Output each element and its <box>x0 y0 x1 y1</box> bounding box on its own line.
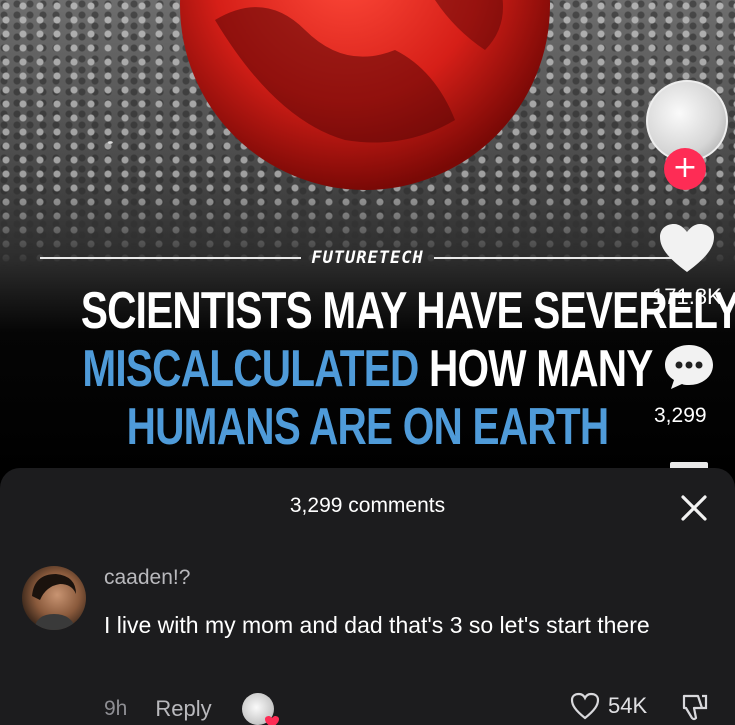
plus-icon: + <box>672 150 698 185</box>
comment-bubble-icon <box>665 345 713 389</box>
comment-item: caaden!? I live with my mom and dad that… <box>22 566 722 725</box>
comment-like-count: 54K <box>608 693 648 718</box>
headline-line-2: MISCALCULATED HOW MANY <box>81 340 654 398</box>
divider-line-right <box>433 257 696 259</box>
like-button[interactable] <box>658 222 716 274</box>
brand-logo-text: FUTURETECH <box>311 248 424 268</box>
brand-divider: FUTURETECH <box>40 243 696 273</box>
follow-button[interactable]: + <box>664 148 706 190</box>
reply-button[interactable]: Reply <box>155 696 211 722</box>
headline-highlight-word: MISCALCULATED <box>82 340 419 398</box>
close-button[interactable] <box>676 490 712 526</box>
comment-count: 3,299 <box>654 404 707 427</box>
comments-count-title: 3,299 comments <box>289 494 446 517</box>
comment-like-button[interactable]: 54K <box>570 692 647 720</box>
headline-line-1: SCIENTISTS MAY HAVE SEVERELY <box>80 282 735 340</box>
comment-time: 9h <box>104 697 128 720</box>
comments-button[interactable] <box>662 342 716 392</box>
close-icon <box>681 495 707 521</box>
red-earth-globe-image <box>155 0 575 190</box>
divider-line-left <box>40 257 302 259</box>
creator-liked-heart-icon <box>264 716 279 725</box>
video-player[interactable]: FUTURETECH SCIENTISTS MAY HAVE SEVERELY … <box>0 0 735 475</box>
headline-line-3: HUMANS ARE ON EARTH <box>126 398 609 456</box>
comment-text: I live with my mom and dad that's 3 so l… <box>104 612 650 638</box>
comment-meta: 9h Reply <box>104 693 279 725</box>
creator-liked-avatar <box>241 693 279 725</box>
comment-username[interactable]: caaden!? <box>104 566 190 590</box>
heart-outline-icon <box>570 692 600 720</box>
thumbs-down-icon <box>682 694 708 721</box>
heart-icon <box>660 224 714 272</box>
video-headline: SCIENTISTS MAY HAVE SEVERELY MISCALCULAT… <box>0 282 735 456</box>
commenter-avatar[interactable] <box>22 566 86 630</box>
comments-sheet: 3,299 comments caaden!? I live with my m… <box>0 468 735 725</box>
like-count: 171.8K <box>652 284 722 309</box>
headline-line-2-rest: HOW MANY <box>428 340 653 398</box>
comment-dislike-button[interactable] <box>678 692 710 724</box>
